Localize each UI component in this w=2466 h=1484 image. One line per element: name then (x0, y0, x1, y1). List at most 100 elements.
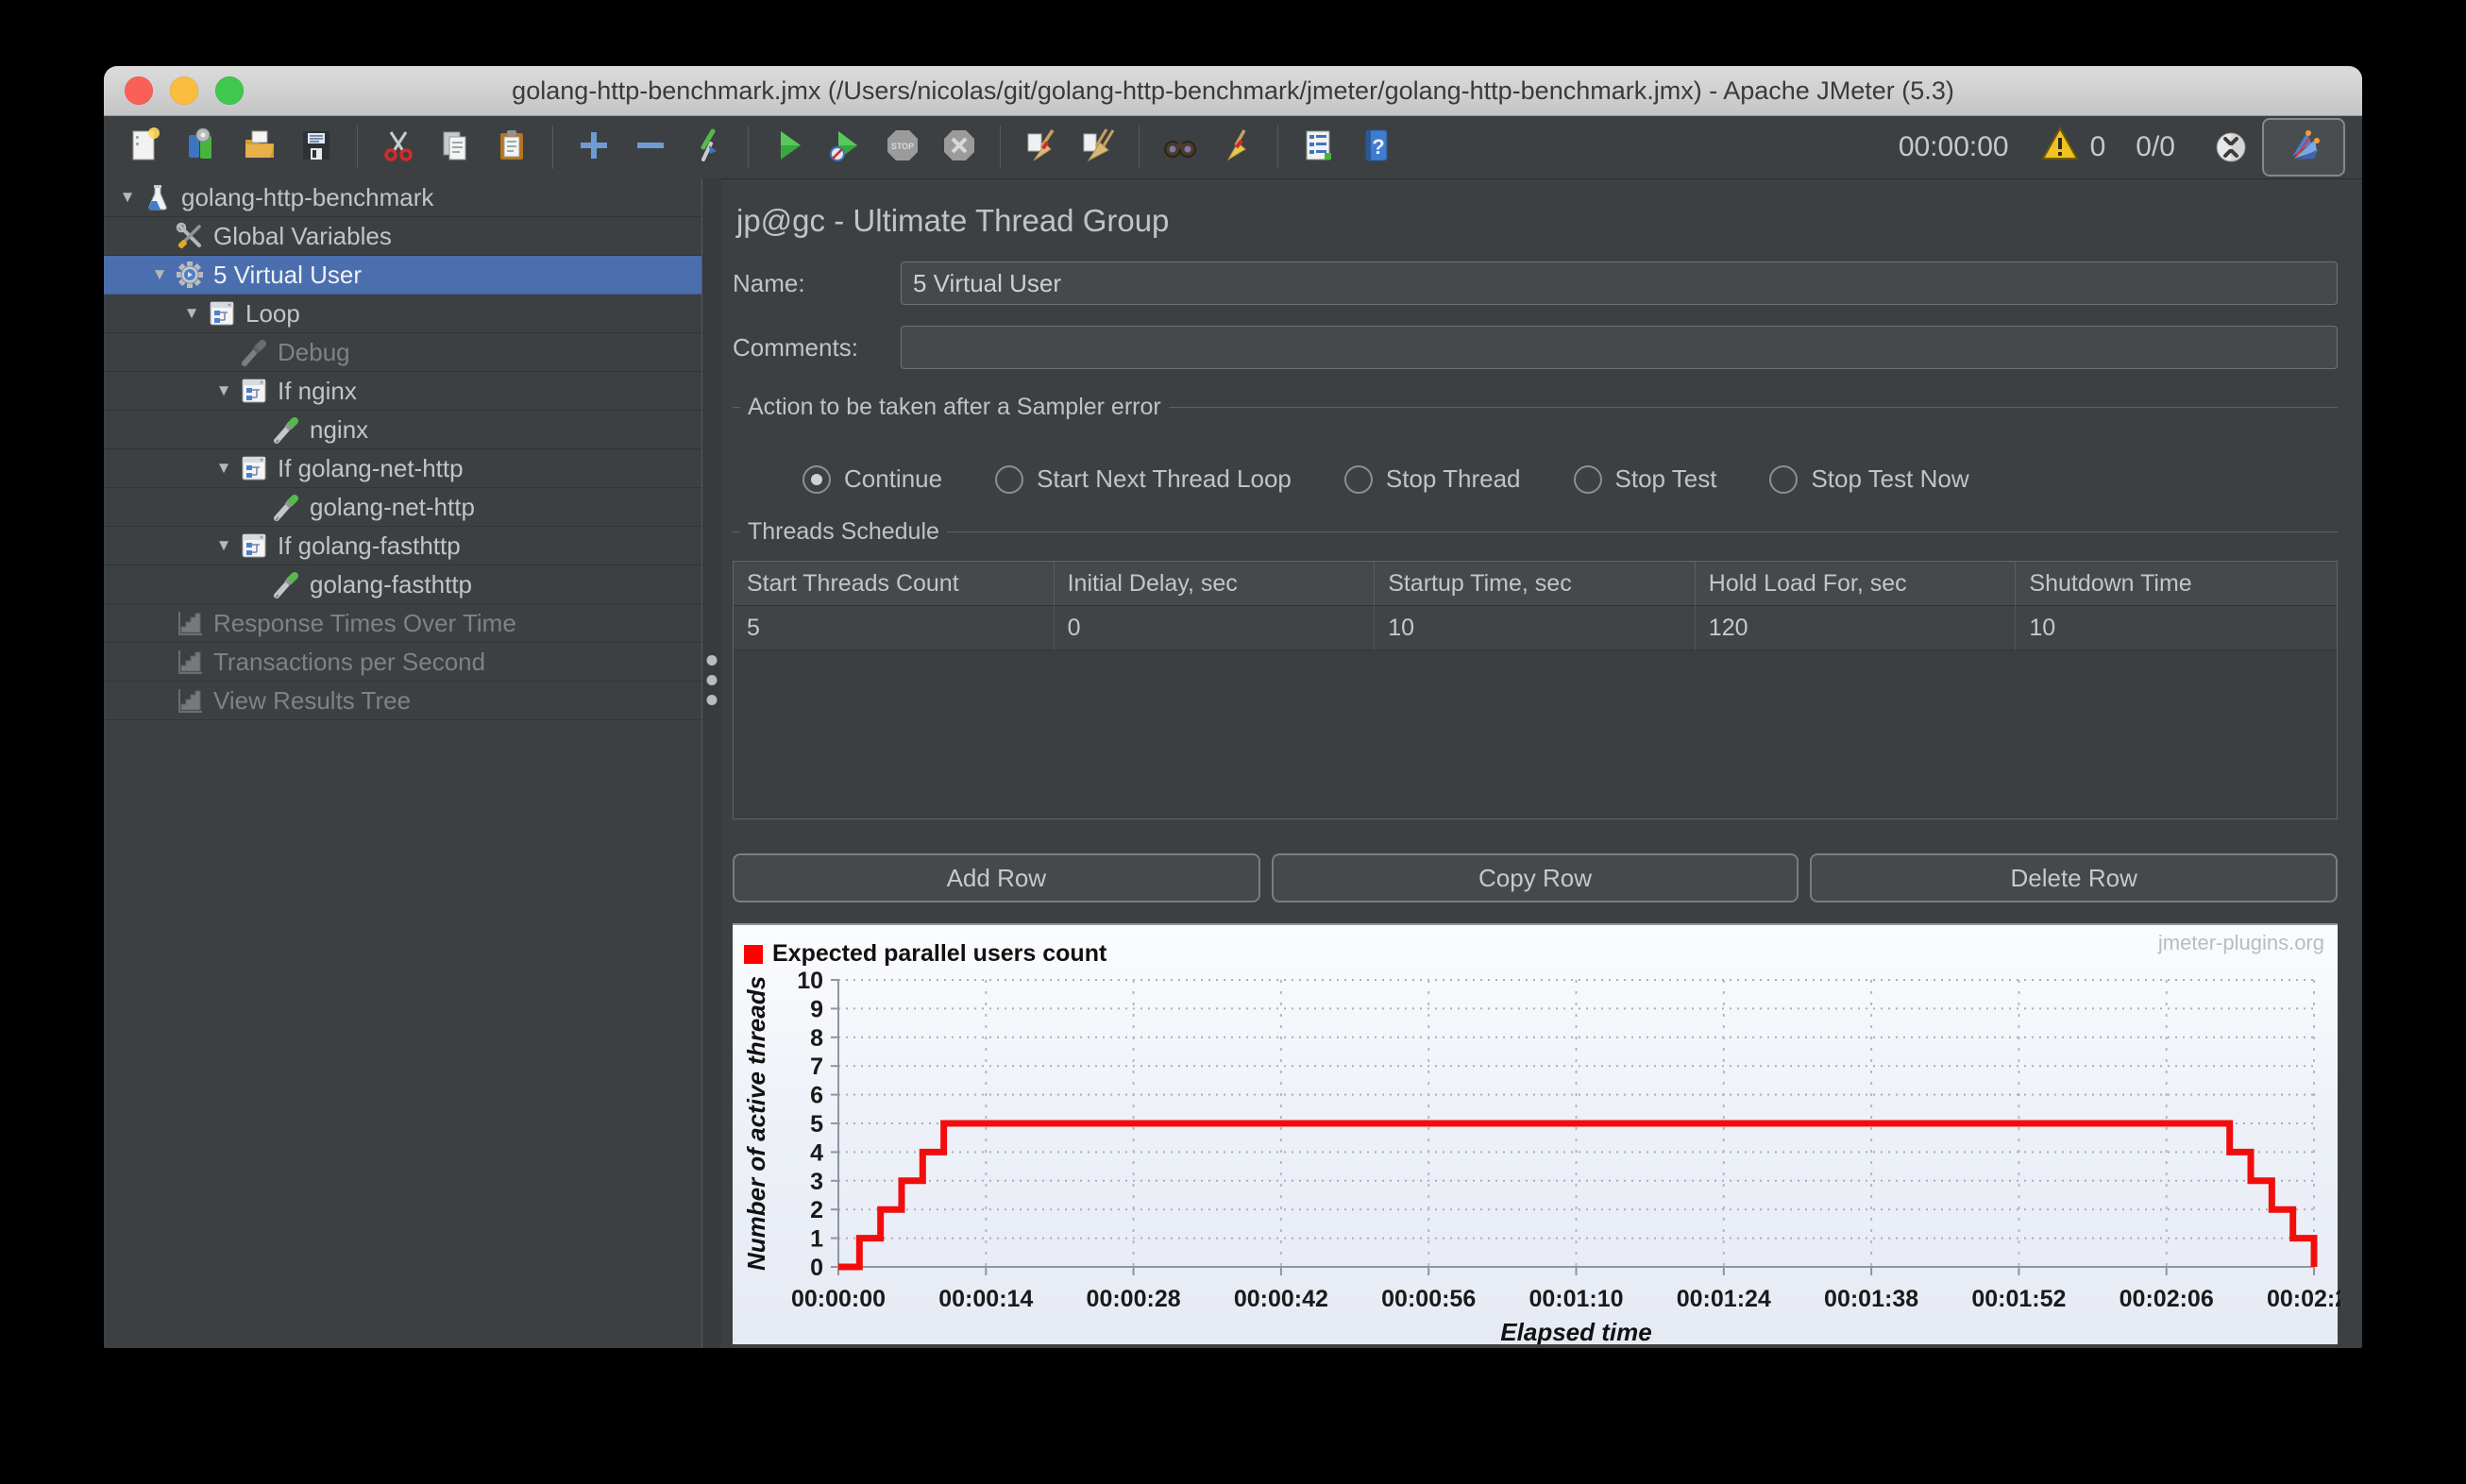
search-button[interactable] (1155, 122, 1206, 173)
tree-item-golang-http-benchmark[interactable]: ▼ golang-http-benchmark (104, 178, 701, 217)
function-helper-button[interactable] (1293, 122, 1344, 173)
table-row[interactable]: 5 0 10 120 10 (734, 606, 2337, 650)
minimize-button[interactable] (170, 76, 198, 105)
column-header[interactable]: Hold Load For, sec (1695, 562, 2017, 606)
radio-continue[interactable]: Continue (802, 464, 942, 494)
table-cell[interactable]: 120 (1695, 606, 2017, 650)
tree-item-golang-fasthttp[interactable]: golang-fasthttp (104, 565, 701, 604)
title-bar[interactable]: golang-http-benchmark.jmx (/Users/nicola… (104, 66, 2362, 116)
radio-circle-icon (1769, 464, 1799, 494)
copy-row-button[interactable]: Copy Row (1271, 853, 1799, 902)
expander-icon[interactable]: ▼ (145, 265, 174, 284)
shutdown-icon (938, 125, 980, 171)
tree-item-5-virtual-user[interactable]: ▼ 5 Virtual User (104, 256, 701, 295)
toolbar-separator (357, 126, 358, 169)
column-header[interactable]: Start Threads Count (734, 562, 1055, 606)
expander-icon[interactable]: ▼ (210, 536, 238, 555)
function-helper-icon (1298, 125, 1340, 171)
test-plan-icon (142, 182, 174, 212)
tree-item-global-variables[interactable]: Global Variables (104, 217, 701, 256)
add-row-button[interactable]: Add Row (733, 853, 1260, 902)
tree-item-label: Debug (278, 337, 350, 366)
expander-icon[interactable]: ▼ (113, 188, 142, 207)
clear-button[interactable] (1016, 122, 1067, 173)
help-button[interactable]: ? (1350, 122, 1401, 173)
table-buttons: Add Row Copy Row Delete Row (733, 853, 2339, 902)
templates-button[interactable] (177, 122, 228, 173)
stop-button[interactable]: STOP (877, 122, 928, 173)
controller-icon (238, 376, 270, 406)
start-button[interactable] (764, 122, 815, 173)
sampler-error-group: Action to be taken after a Sampler error… (733, 394, 2338, 494)
window-title: golang-http-benchmark.jmx (/Users/nicola… (512, 76, 1954, 105)
plugins-manager-icon (2283, 125, 2324, 171)
svg-text:00:01:10: 00:01:10 (1529, 1286, 1623, 1312)
radio-stop-test[interactable]: Stop Test (1573, 464, 1716, 494)
sampler-error-options: Continue Start Next Thread Loop Stop Threa… (802, 464, 2338, 494)
search-reset-button[interactable] (1211, 122, 1262, 173)
expander-icon[interactable]: ▼ (210, 381, 238, 400)
zoom-button[interactable] (215, 76, 244, 105)
tree-item-label: nginx (310, 414, 369, 444)
column-header[interactable]: Initial Delay, sec (1054, 562, 1376, 606)
tree-item-response-times-over-time[interactable]: Response Times Over Time (104, 604, 701, 643)
toolbar: STOP? 00:00:00 0 0/0 (104, 116, 2362, 179)
table-cell[interactable]: 5 (734, 606, 1055, 650)
tree-item-if-golang-fasthttp[interactable]: ▼ If golang-fasthttp (104, 527, 701, 565)
table-cell[interactable]: 0 (1054, 606, 1376, 650)
expander-icon[interactable]: ▼ (210, 459, 238, 478)
column-header[interactable]: Shutdown Time (2016, 562, 2337, 606)
tree-item-label: Loop (245, 298, 300, 328)
test-plan-tree: ▼ golang-http-benchmark Global Variables ▼ 5… (104, 178, 702, 1348)
tree-item-nginx[interactable]: nginx (104, 411, 701, 449)
log-warnings[interactable]: 0 (2039, 123, 2105, 172)
copy-button[interactable] (430, 122, 481, 173)
toolbar-separator (1277, 126, 1278, 169)
delete-row-button[interactable]: Delete Row (1810, 853, 2339, 902)
comments-label: Comments: (733, 332, 858, 362)
clear-all-button[interactable] (1073, 122, 1123, 173)
toolbar-separator (1000, 126, 1001, 169)
tree-item-loop[interactable]: ▼ Loop (104, 295, 701, 333)
svg-text:6: 6 (810, 1083, 823, 1109)
new-file-button[interactable] (121, 122, 172, 173)
radio-stop-test-now[interactable]: Stop Test Now (1769, 464, 1969, 494)
column-header[interactable]: Startup Time, sec (1375, 562, 1696, 606)
table-cell[interactable]: 10 (1375, 606, 1696, 650)
tree-item-label: golang-net-http (310, 492, 475, 521)
tree-item-if-nginx[interactable]: ▼ If nginx (104, 372, 701, 411)
open-file-button[interactable] (234, 122, 285, 173)
tree-item-label: If golang-fasthttp (278, 531, 461, 560)
table-cell[interactable]: 10 (2016, 606, 2337, 650)
plugins-manager-button[interactable] (2262, 118, 2345, 177)
tree-item-if-golang-net-http[interactable]: ▼ If golang-net-http (104, 449, 701, 488)
split-divider[interactable] (702, 178, 721, 1348)
expander-icon[interactable]: ▼ (177, 304, 206, 323)
tree-item-label: golang-http-benchmark (181, 182, 434, 211)
save-button[interactable] (291, 122, 342, 173)
shutdown-button[interactable] (934, 122, 985, 173)
tree-item-label: golang-fasthttp (310, 569, 473, 599)
tree-item-debug[interactable]: Debug (104, 333, 701, 372)
tree-item-view-results-tree[interactable]: View Results Tree (104, 682, 701, 720)
toolbar-separator (552, 126, 553, 169)
toggle-icon (686, 125, 728, 171)
tree-item-transactions-per-second[interactable]: Transactions per Second (104, 643, 701, 682)
paste-button[interactable] (486, 122, 537, 173)
comments-input[interactable] (901, 326, 2338, 369)
expand-all-button[interactable] (568, 122, 619, 173)
radio-start-next-thread-loop[interactable]: Start Next Thread Loop (995, 464, 1292, 494)
toggle-button[interactable] (682, 122, 733, 173)
tree-item-golang-net-http[interactable]: golang-net-http (104, 488, 701, 527)
cut-button[interactable] (373, 122, 424, 173)
name-input[interactable] (901, 261, 2338, 305)
start-no-timers-button[interactable] (820, 122, 871, 173)
svg-text:00:01:24: 00:01:24 (1677, 1286, 1771, 1312)
threads-schedule-table[interactable]: Start Threads Count Initial Delay, sec Sta… (733, 561, 2338, 819)
close-button[interactable] (125, 76, 153, 105)
svg-text:0: 0 (810, 1255, 823, 1281)
content-split: ▼ golang-http-benchmark Global Variables ▼ 5… (104, 178, 2362, 1348)
threads-schedule-group: Threads Schedule Start Threads Count Init… (733, 518, 2338, 819)
radio-stop-thread[interactable]: Stop Thread (1343, 464, 1521, 494)
collapse-all-button[interactable] (625, 122, 676, 173)
